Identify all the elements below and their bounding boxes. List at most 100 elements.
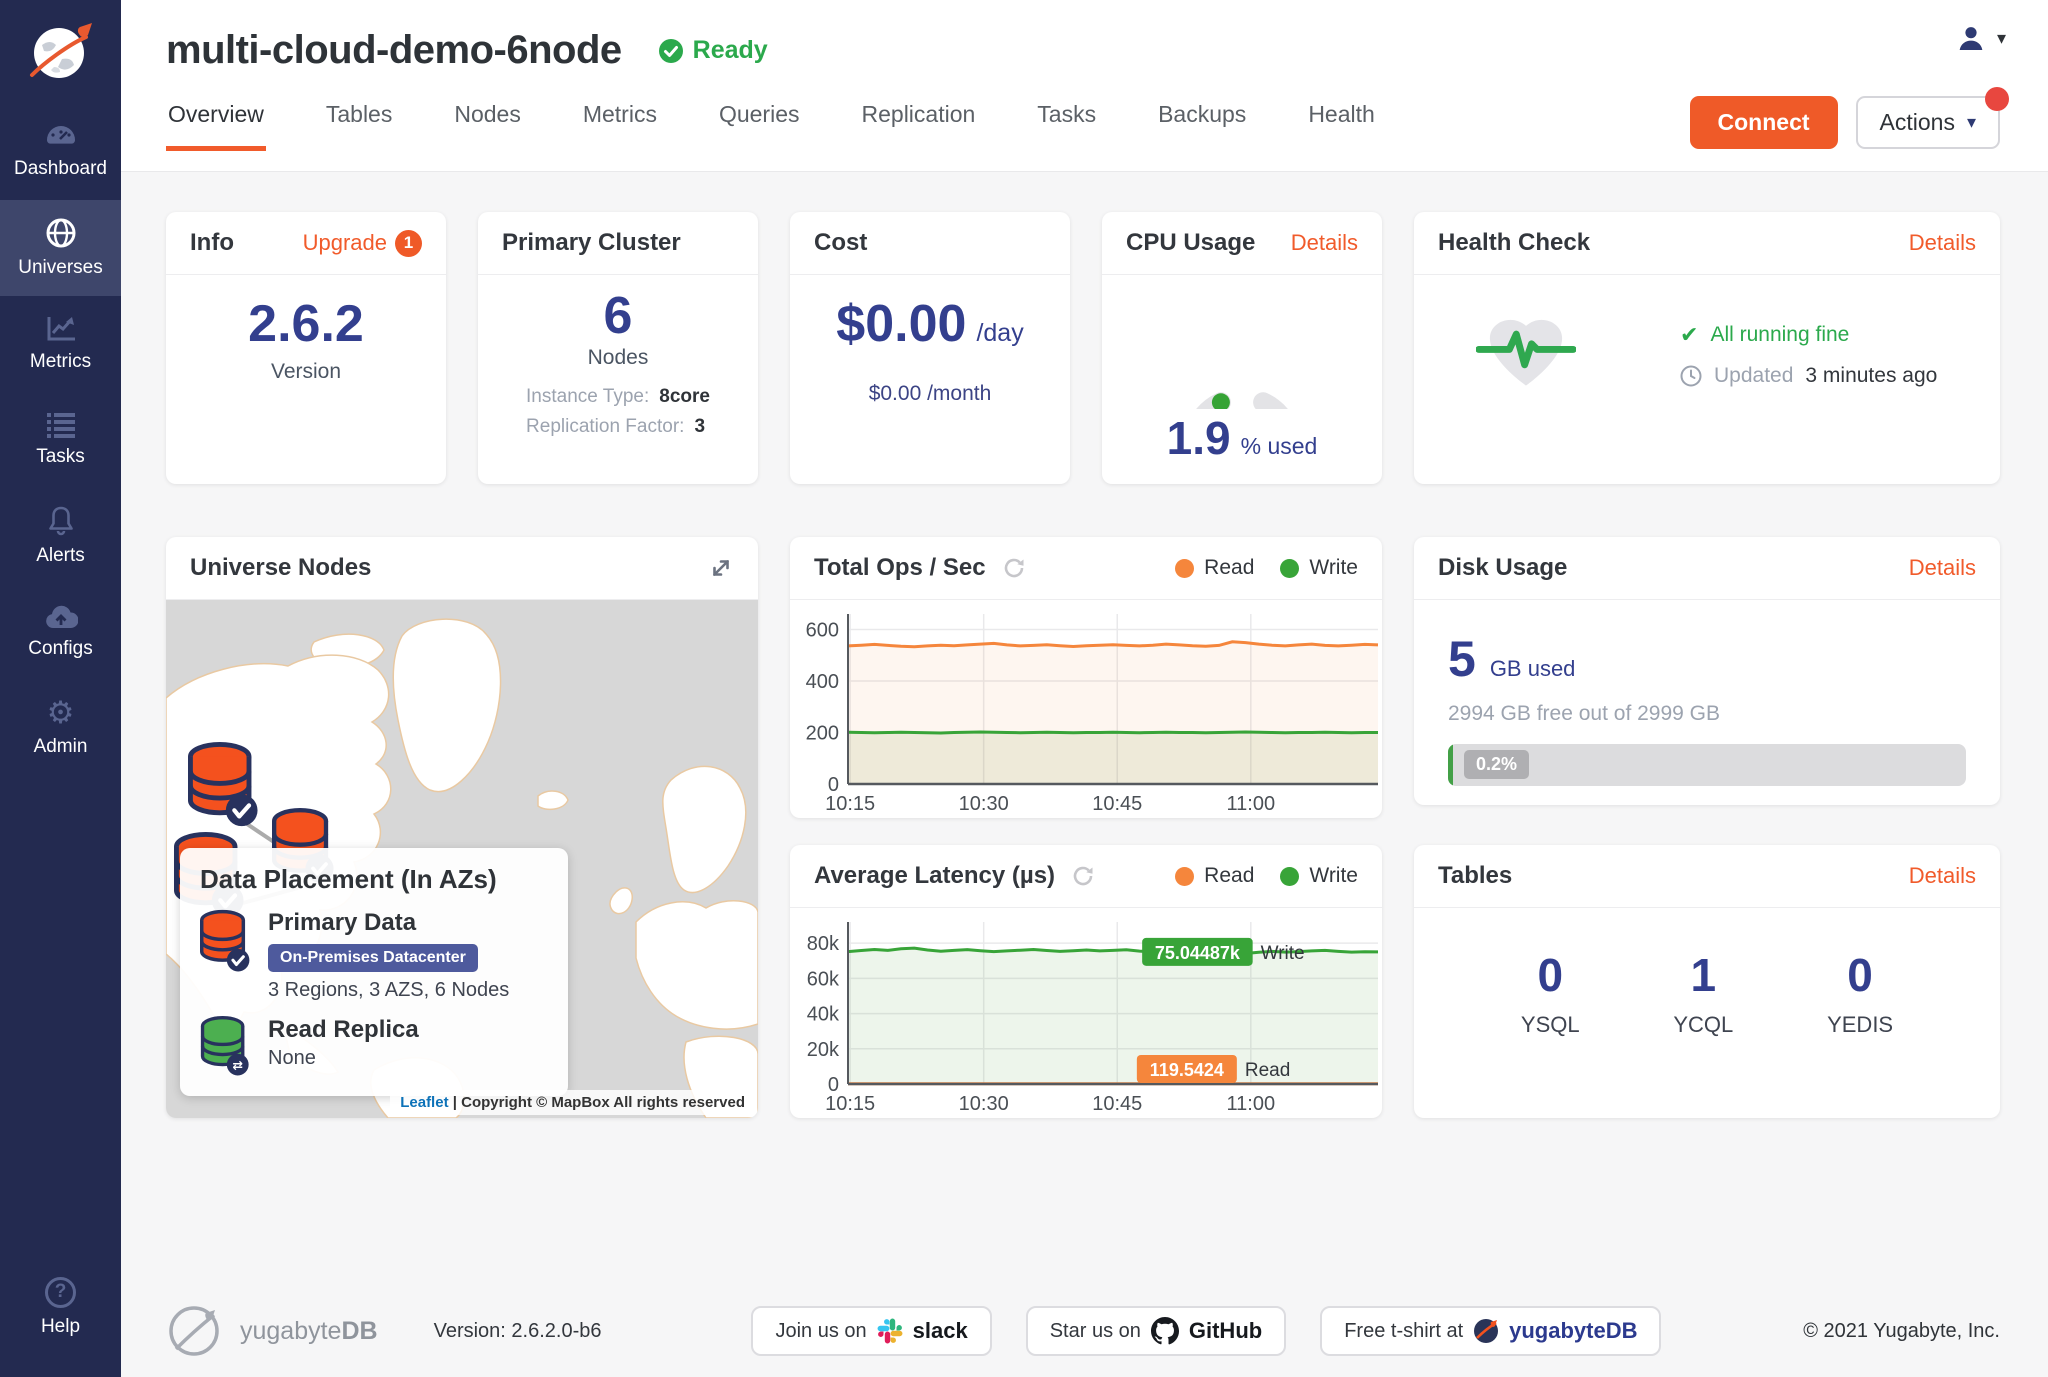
cpu-value: 1.9 [1167, 411, 1231, 465]
card-title: Info [190, 229, 234, 257]
cost-per-month: $0.00 /month [869, 382, 992, 406]
upgrade-label: Upgrade [303, 230, 387, 256]
tab-nodes[interactable]: Nodes [452, 87, 522, 151]
ops-per-sec-chart[interactable]: 020040060010:1510:3010:4511:00 [790, 600, 1382, 818]
disk-usage-percent: 0.2% [1464, 750, 1529, 779]
svg-text:119.5424: 119.5424 [1150, 1060, 1224, 1080]
check-icon: ✔ [1680, 322, 1698, 348]
chart-legend: Read Write [1175, 556, 1358, 580]
slack-button[interactable]: Join us on slack [751, 1306, 991, 1356]
yedis-label: YEDIS [1827, 1012, 1893, 1038]
footer: yugabyteDB Version: 2.6.2.0-b6 Join us o… [121, 1303, 2048, 1377]
ycql-label: YCQL [1673, 1012, 1733, 1038]
primary-data-row: Primary Data On-Premises Datacenter 3 Re… [200, 909, 548, 1002]
read-legend-dot [1175, 559, 1194, 578]
card-title: Cost [814, 229, 867, 257]
health-details-link[interactable]: Details [1909, 230, 1976, 256]
slack-brand: slack [913, 1318, 968, 1344]
svg-text:75.04487k: 75.04487k [1155, 943, 1241, 963]
check-circle-icon [658, 38, 684, 64]
github-button[interactable]: Star us on GitHub [1026, 1306, 1287, 1356]
svg-text:⇄: ⇄ [232, 1059, 243, 1073]
upgrade-link[interactable]: Upgrade 1 [303, 230, 422, 257]
nodes-label: Nodes [588, 346, 649, 370]
svg-text:10:15: 10:15 [825, 793, 875, 815]
yedis-count: 0 [1847, 948, 1873, 1002]
sidebar-item-admin[interactable]: ⚙ Admin [0, 680, 121, 776]
refresh-icon[interactable] [1002, 556, 1026, 580]
actions-button[interactable]: Actions ▾ [1856, 96, 2000, 149]
sidebar-item-dashboard[interactable]: Dashboard [0, 104, 121, 200]
datacenter-badge: On-Premises Datacenter [268, 944, 478, 972]
world-map[interactable]: Data Placement (In AZs) [166, 600, 758, 1118]
yugabyte-logo[interactable] [0, 0, 121, 104]
tab-tasks[interactable]: Tasks [1035, 87, 1098, 151]
yugabyte-footer-logo [166, 1303, 222, 1359]
sidebar-item-alerts[interactable]: Alerts [0, 488, 121, 584]
read-replica-name: Read Replica [268, 1016, 419, 1044]
cpu-details-link[interactable]: Details [1291, 230, 1358, 256]
sidebar-item-tasks[interactable]: Tasks [0, 392, 121, 488]
globe-icon [45, 217, 77, 249]
sidebar-item-label: Tasks [36, 446, 85, 468]
cost-day-unit: /day [976, 319, 1023, 348]
ysql-label: YSQL [1521, 1012, 1580, 1038]
list-icon [46, 412, 76, 438]
user-menu[interactable]: ▾ [1955, 22, 2006, 54]
tab-replication[interactable]: Replication [860, 87, 978, 151]
card-title: Health Check [1438, 229, 1590, 257]
health-status-row: ✔ All running fine [1680, 322, 1937, 348]
footer-copyright: © 2021 Yugabyte, Inc. [1803, 1320, 2000, 1343]
disk-usage-fill [1448, 744, 1453, 786]
data-placement-panel: Data Placement (In AZs) [180, 848, 568, 1096]
write-legend-label: Write [1309, 556, 1358, 580]
refresh-icon[interactable] [1071, 864, 1095, 888]
tshirt-button[interactable]: Free t-shirt at yugabyteDB [1320, 1306, 1661, 1356]
svg-text:Write: Write [1261, 943, 1305, 964]
github-brand: GitHub [1189, 1318, 1262, 1344]
leaflet-link[interactable]: Leaflet [400, 1094, 448, 1111]
svg-text:10:45: 10:45 [1092, 1093, 1142, 1115]
notification-dot [1985, 87, 2009, 111]
sidebar-item-label: Universes [18, 257, 102, 279]
expand-icon[interactable] [708, 555, 734, 581]
ysql-count: 0 [1537, 948, 1563, 1002]
card-title: Total Ops / Sec [814, 554, 986, 582]
primary-data-detail: 3 Regions, 3 AZS, 6 Nodes [268, 979, 509, 1002]
cpu-usage-card: CPU Usage Details 1.9 % used [1102, 212, 1382, 484]
status-text: Ready [693, 36, 768, 65]
tab-metrics[interactable]: Metrics [581, 87, 659, 151]
tab-overview[interactable]: Overview [166, 87, 266, 151]
chart-legend: Read Write [1175, 864, 1358, 888]
sidebar-item-universes[interactable]: Universes [0, 200, 121, 296]
tab-backups[interactable]: Backups [1156, 87, 1248, 151]
sidebar-item-configs[interactable]: Configs [0, 584, 121, 680]
help-icon: ? [45, 1277, 76, 1308]
avg-latency-chart[interactable]: 020k40k60k80k10:1510:3010:4511:0075.0448… [790, 908, 1382, 1118]
svg-text:10:45: 10:45 [1092, 793, 1142, 815]
footer-version: Version: 2.6.2.0-b6 [434, 1320, 602, 1343]
read-legend-label: Read [1204, 864, 1254, 888]
svg-text:20k: 20k [807, 1039, 840, 1061]
sidebar-item-help[interactable]: ? Help [0, 1259, 121, 1355]
slack-icon [877, 1318, 903, 1344]
instance-type-label: Instance Type: [526, 386, 649, 407]
upgrade-count-badge: 1 [395, 230, 422, 257]
connect-button[interactable]: Connect [1690, 96, 1838, 149]
clock-icon [1680, 365, 1702, 387]
sidebar-item-metrics[interactable]: Metrics [0, 296, 121, 392]
tab-queries[interactable]: Queries [717, 87, 802, 151]
sidebar: Dashboard Universes Metrics [0, 0, 121, 1377]
user-icon [1955, 22, 1987, 54]
tab-health[interactable]: Health [1306, 87, 1376, 151]
tab-tables[interactable]: Tables [324, 87, 394, 151]
main-area: multi-cloud-demo-6node Ready ▾ Overvie [121, 0, 2048, 1377]
primary-db-icon [200, 909, 252, 975]
avg-latency-card: Average Latency (µs) Read Write 020k40k6… [790, 845, 1382, 1118]
replication-factor-label: Replication Factor: [526, 416, 684, 437]
ysql-stat: 0 YSQL [1521, 948, 1580, 1038]
disk-details-link[interactable]: Details [1909, 555, 1976, 581]
disk-free-text: 2994 GB free out of 2999 GB [1448, 702, 1966, 726]
svg-text:11:00: 11:00 [1227, 793, 1276, 815]
tables-details-link[interactable]: Details [1909, 863, 1976, 889]
